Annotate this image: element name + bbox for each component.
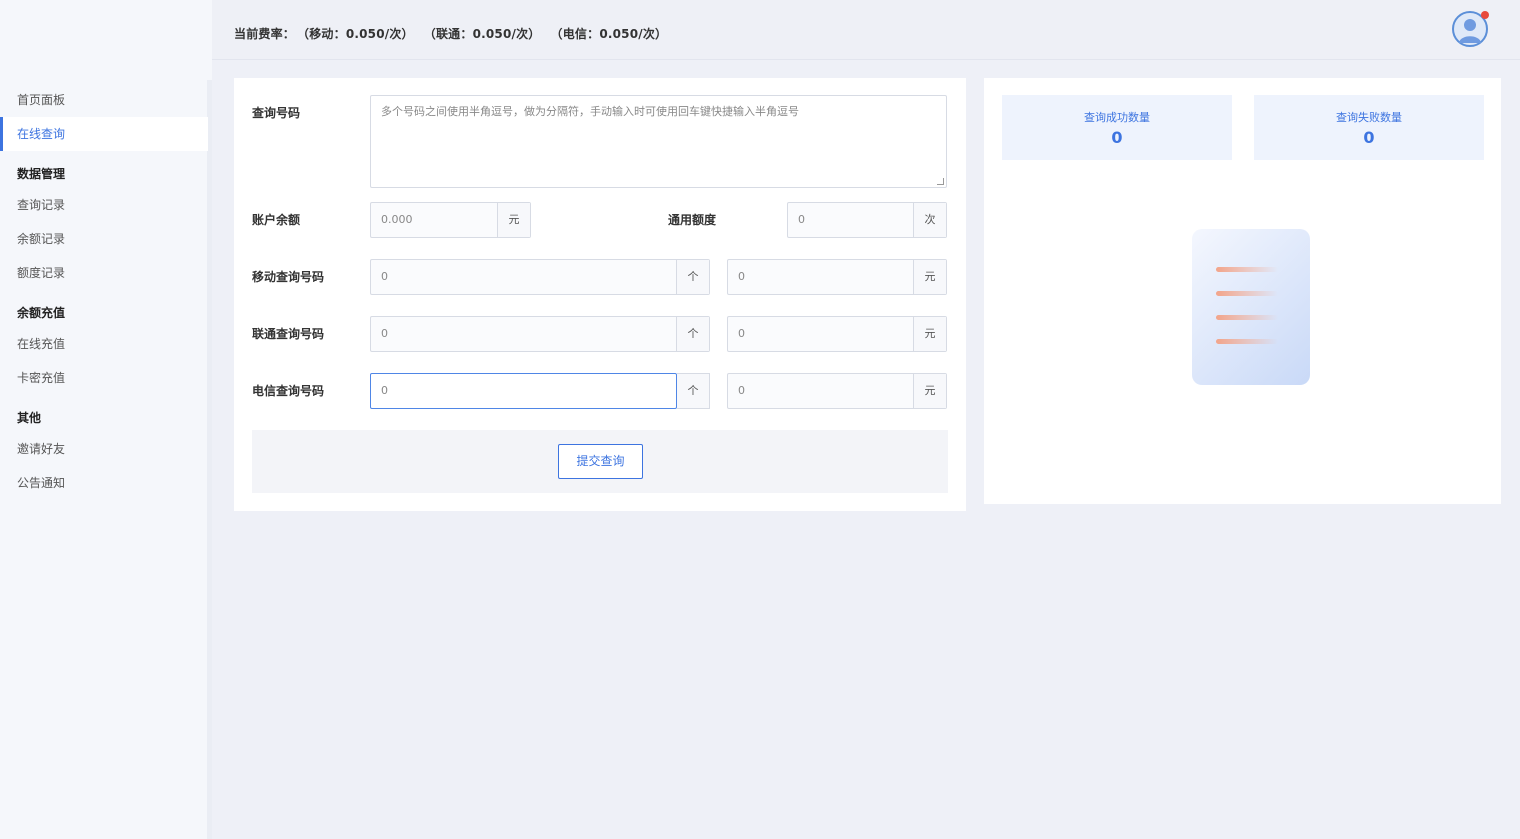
document-list-icon (1192, 229, 1310, 385)
rate-label: 当前费率： (234, 27, 296, 41)
query-numbers-placeholder: 多个号码之间使用半角逗号，做为分隔符，手动输入时可使用回车键快捷输入半角逗号 (381, 105, 799, 118)
quota-value: 0 (798, 213, 805, 226)
balance-value: 0.000 (381, 213, 413, 226)
sidebar-item-invite-friends[interactable]: 邀请好友 (0, 432, 208, 466)
unicom-count-field: 0 个 (370, 316, 710, 352)
success-count-value: 0 (1111, 128, 1123, 147)
mobile-cost-value: 0 (738, 270, 745, 283)
sidebar-item-online-query[interactable]: 在线查询 (0, 117, 208, 151)
doc-line (1216, 315, 1278, 320)
telecom-cost-field: 0 元 (727, 373, 947, 409)
mobile-cost-unit: 元 (913, 260, 946, 294)
unicom-cost-unit: 元 (913, 317, 946, 351)
doc-line (1216, 267, 1278, 272)
unicom-count-unit: 个 (676, 317, 709, 351)
submit-query-button[interactable]: 提交查询 (558, 444, 643, 479)
telecom-cost-value: 0 (738, 384, 745, 397)
telecom-numbers-label: 电信查询号码 (252, 384, 325, 398)
resize-handle-icon[interactable] (937, 178, 944, 185)
query-form-panel: 查询号码 多个号码之间使用半角逗号，做为分隔符，手动输入时可使用回车键快捷输入半… (234, 78, 966, 511)
quota-field: 0 次 (787, 202, 947, 238)
form-footer: 提交查询 (252, 430, 948, 493)
mobile-count-field: 0 个 (370, 259, 710, 295)
doc-line (1216, 339, 1278, 344)
sidebar-item-announcements[interactable]: 公告通知 (0, 466, 208, 500)
top-bar: 当前费率： （移动：0.050/次） （联通：0.050/次） （电信：0.050/次… (212, 0, 1520, 60)
telecom-count-input[interactable]: 0 (370, 373, 677, 409)
telecom-cost-unit: 元 (913, 374, 946, 408)
sidebar-group-recharge: 余额充值 (17, 306, 66, 320)
rate-telecom: （电信：0.050/次） (556, 27, 668, 41)
mobile-numbers-label: 移动查询号码 (252, 270, 325, 284)
quota-unit: 次 (913, 203, 946, 237)
telecom-count-unit: 个 (677, 373, 710, 409)
fail-count-value: 0 (1363, 128, 1375, 147)
telecom-count-field: 0 个 (370, 373, 710, 409)
notification-dot (1481, 11, 1489, 19)
balance-label: 账户余额 (252, 213, 301, 227)
sidebar-group-other: 其他 (17, 411, 42, 425)
unicom-count-value: 0 (381, 327, 388, 340)
balance-unit: 元 (497, 203, 530, 237)
mobile-count-value: 0 (381, 270, 388, 283)
rate-mobile: （移动：0.050/次） (303, 27, 414, 41)
balance-field: 0.000 元 (370, 202, 531, 238)
doc-line (1216, 291, 1278, 296)
sidebar-item-online-recharge[interactable]: 在线充值 (0, 327, 208, 361)
quota-label: 通用额度 (668, 213, 717, 227)
sidebar-item-query-records[interactable]: 查询记录 (0, 188, 208, 222)
success-count-label: 查询成功数量 (1084, 111, 1150, 124)
unicom-cost-value: 0 (738, 327, 745, 340)
sidebar-item-quota-records[interactable]: 额度记录 (0, 256, 208, 290)
success-count-card: 查询成功数量 0 (1002, 95, 1232, 160)
mobile-count-unit: 个 (676, 260, 709, 294)
rate-unicom: （联通：0.050/次） (429, 27, 541, 41)
sidebar-group-data-management: 数据管理 (17, 167, 66, 181)
sidebar-item-card-recharge[interactable]: 卡密充值 (0, 361, 208, 395)
stats-panel: 查询成功数量 0 查询失败数量 0 (984, 78, 1501, 504)
sidebar-item-balance-records[interactable]: 余额记录 (0, 222, 208, 256)
unicom-numbers-label: 联通查询号码 (252, 327, 325, 341)
query-numbers-input[interactable]: 多个号码之间使用半角逗号，做为分隔符，手动输入时可使用回车键快捷输入半角逗号 (370, 95, 947, 188)
mobile-cost-field: 0 元 (727, 259, 947, 295)
unicom-cost-field: 0 元 (727, 316, 947, 352)
fail-count-label: 查询失败数量 (1336, 111, 1402, 124)
sidebar-item-dashboard[interactable]: 首页面板 (0, 83, 208, 117)
fail-count-card: 查询失败数量 0 (1254, 95, 1484, 160)
current-rate: 当前费率： （移动：0.050/次） （联通：0.050/次） （电信：0.050/次… (234, 25, 683, 42)
query-numbers-label: 查询号码 (252, 106, 301, 120)
sidebar: 首页面板 在线查询 数据管理 查询记录 余额记录 额度记录 余额充值 在线充值 … (0, 0, 212, 839)
